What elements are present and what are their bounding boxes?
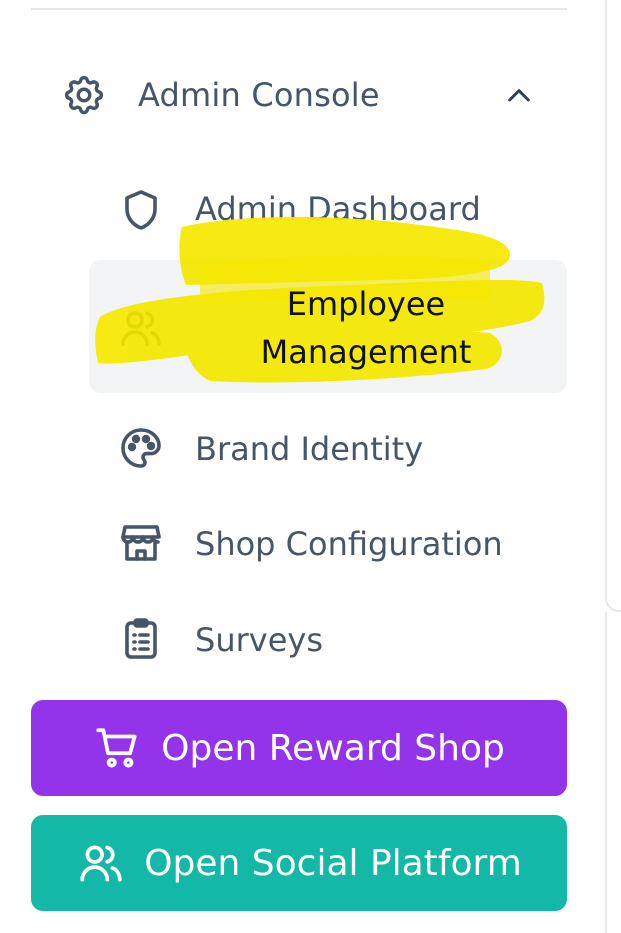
nav-item-shop-configuration[interactable]: Shop Configuration <box>89 503 567 587</box>
nav-item-label: Admin Dashboard <box>195 190 481 228</box>
users-icon <box>121 311 161 346</box>
divider <box>31 8 567 10</box>
admin-console-label: Admin Console <box>138 76 380 114</box>
admin-console-toggle[interactable]: Admin Console <box>31 52 567 138</box>
open-social-platform-label: Open Social Platform <box>144 842 522 884</box>
nav-item-label: Surveys <box>195 621 323 659</box>
nav-item-surveys[interactable]: Surveys <box>89 599 567 683</box>
nav-item-label: Shop Configuration <box>195 525 503 563</box>
nav-item-brand-identity[interactable]: Brand Identity <box>89 408 567 492</box>
gear-icon <box>64 75 104 115</box>
open-reward-shop-label: Open Reward Shop <box>161 727 505 769</box>
sidebar: Admin Console Admin Dashboard Employee M… <box>0 0 621 933</box>
shield-icon <box>125 190 157 230</box>
nav-item-admin-dashboard[interactable]: Admin Dashboard <box>89 168 567 252</box>
nav-item-label: Brand Identity <box>195 430 424 468</box>
palette-icon <box>121 428 161 468</box>
main-panel-edge <box>605 0 621 612</box>
employee-management-label: Employee Management <box>260 285 472 371</box>
main-panel-edge-lower <box>605 612 621 933</box>
users-icon <box>80 845 122 882</box>
store-icon <box>121 525 161 561</box>
open-social-platform-button[interactable]: Open Social Platform <box>31 815 567 911</box>
clipboard-icon <box>125 618 157 659</box>
cart-icon <box>96 728 137 768</box>
chevron-up-icon[interactable] <box>503 80 535 112</box>
open-reward-shop-button[interactable]: Open Reward Shop <box>31 700 567 796</box>
